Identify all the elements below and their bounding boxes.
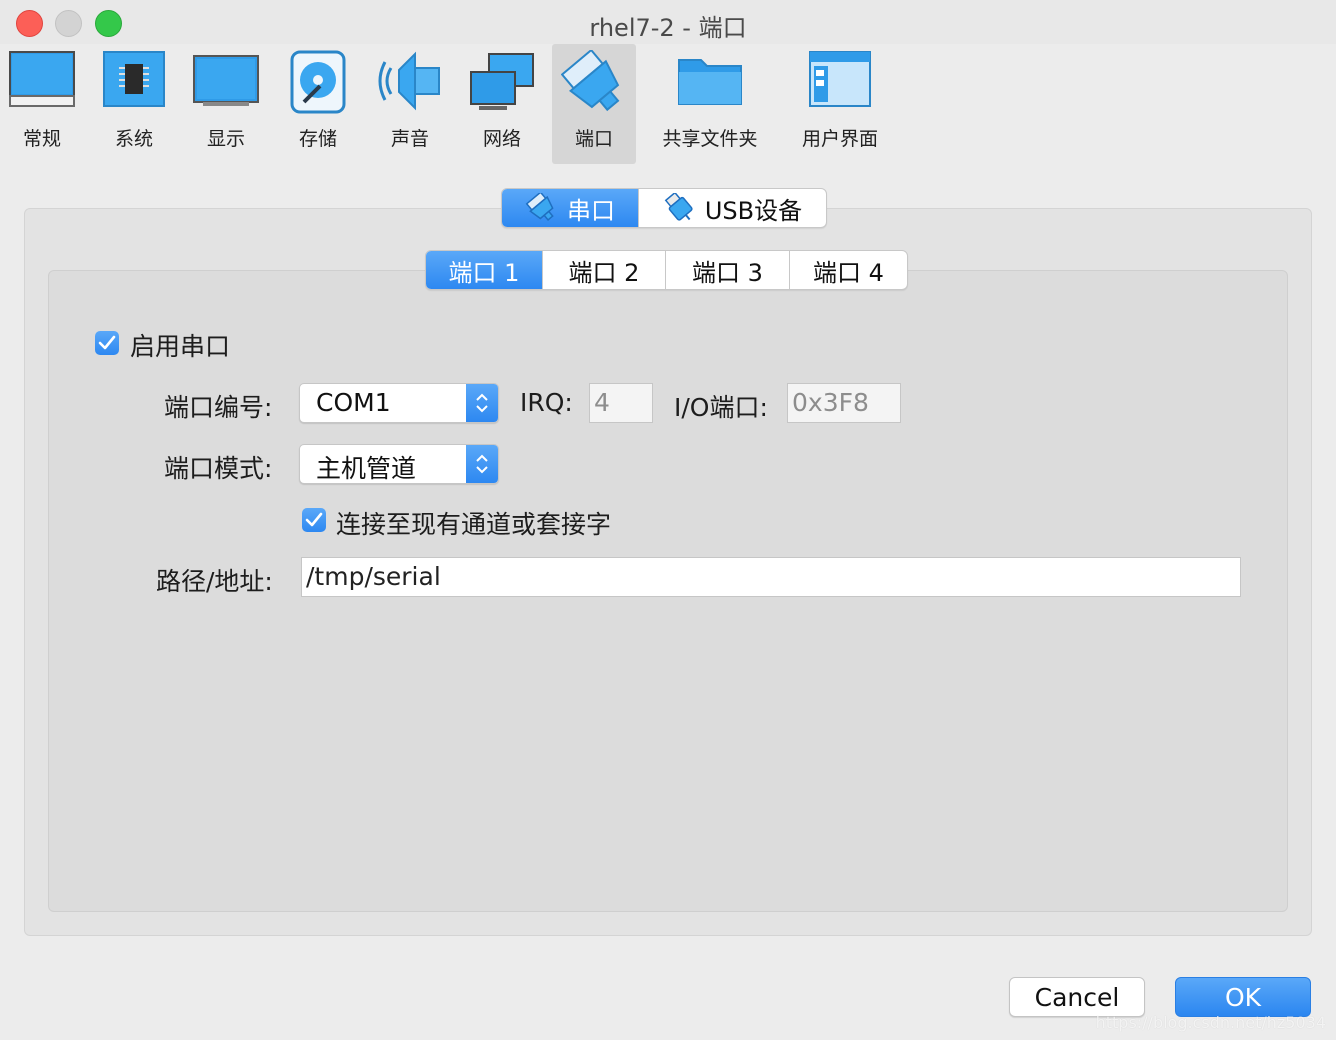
tab-serial[interactable]: 串口: [502, 189, 638, 227]
window-title: rhel7-2 - 端口: [589, 14, 747, 42]
port-number-label: 端口编号:: [164, 393, 273, 422]
port-mode-value: 主机管道: [316, 454, 417, 483]
watermark: https://blog.csdn.net/hz5034: [1095, 1013, 1326, 1032]
toolbar-item-label: 声音: [390, 128, 429, 150]
toolbar-item-label: 端口: [574, 128, 613, 150]
tab-port-3[interactable]: 端口 3: [665, 251, 789, 289]
port-number-select[interactable]: COM1: [299, 383, 499, 423]
serial-port-icon: [525, 193, 554, 221]
io-port-field[interactable]: 0x3F8: [787, 383, 901, 423]
tab-usb-label: USB设备: [704, 196, 803, 225]
toolbar-item-label: 共享文件夹: [662, 128, 758, 150]
irq-label: IRQ:: [520, 388, 573, 417]
enable-serial-label[interactable]: 启用串口: [130, 327, 230, 363]
toolbar-item-ports[interactable]: 端口: [552, 44, 636, 164]
settings-toolbar: 常规 系统 显示 存储 声音 网络 端口 共享文件夹 用户界面: [0, 44, 1336, 168]
tab-port-4[interactable]: 端口 4: [789, 251, 907, 289]
enable-serial-checkbox[interactable]: [95, 331, 119, 355]
io-port-label: I/O端口:: [674, 393, 768, 422]
toolbar-item-audio[interactable]: 声音: [368, 44, 452, 164]
main-tab-bar: 串口 USB设备: [501, 188, 827, 228]
toolbar-item-label: 网络: [482, 128, 521, 150]
toolbar-item-general[interactable]: 常规: [0, 44, 84, 164]
speaker-icon: [378, 51, 440, 111]
usb-icon: [664, 193, 693, 221]
toolbar-item-storage[interactable]: 存储: [276, 44, 360, 164]
user-interface-icon: [809, 51, 871, 107]
checkmark-icon: [98, 335, 116, 350]
monitor-general-icon: [9, 51, 75, 107]
tab-serial-label: 串口: [567, 196, 615, 225]
tab-port-1[interactable]: 端口 1: [426, 251, 542, 289]
toolbar-item-display[interactable]: 显示: [184, 44, 268, 164]
chevron-updown-icon: [466, 445, 498, 483]
checkmark-icon: [305, 512, 323, 527]
toolbar-item-user-interface[interactable]: 用户界面: [790, 44, 890, 164]
toolbar-item-label: 存储: [298, 128, 337, 150]
path-label: 路径/地址:: [156, 567, 273, 596]
port-number-value: COM1: [316, 388, 391, 417]
port-mode-label: 端口模式:: [164, 454, 273, 483]
toolbar-item-label: 常规: [22, 128, 61, 150]
port-mode-select[interactable]: 主机管道: [299, 444, 499, 484]
ok-button[interactable]: OK: [1175, 977, 1311, 1017]
toolbar-item-network[interactable]: 网络: [460, 44, 544, 164]
serial-port-icon: [561, 50, 620, 112]
port-tab-bar: 端口 1 端口 2 端口 3 端口 4: [425, 250, 908, 290]
tab-usb[interactable]: USB设备: [638, 189, 826, 227]
connect-existing-label[interactable]: 连接至现有通道或套接字: [336, 505, 611, 541]
irq-field[interactable]: 4: [589, 383, 653, 423]
toolbar-item-label: 显示: [206, 128, 245, 150]
toolbar-item-system[interactable]: 系统: [92, 44, 176, 164]
storage-disk-icon: [290, 50, 346, 114]
title-bar: rhel7-2 - 端口: [0, 0, 1336, 44]
toolbar-item-label: 系统: [114, 128, 153, 150]
chevron-updown-icon: [466, 384, 498, 422]
display-icon: [193, 55, 259, 106]
network-icon: [470, 53, 534, 110]
path-input[interactable]: /tmp/serial: [301, 557, 1241, 597]
cancel-button[interactable]: Cancel: [1009, 977, 1145, 1017]
connect-existing-checkbox[interactable]: [302, 508, 326, 532]
toolbar-item-shared-folders[interactable]: 共享文件夹: [650, 44, 770, 164]
tab-port-2[interactable]: 端口 2: [542, 251, 665, 289]
toolbar-item-label: 用户界面: [801, 128, 878, 150]
folder-icon: [678, 59, 742, 105]
chip-icon: [103, 51, 165, 107]
